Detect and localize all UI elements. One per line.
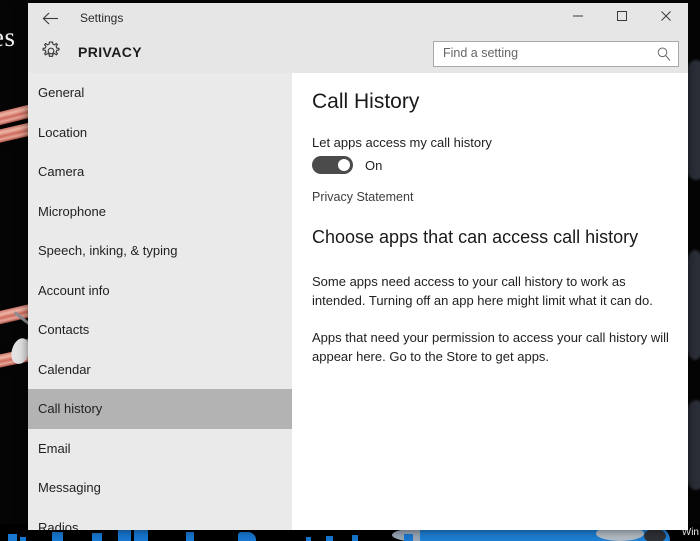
wallpaper-text: es <box>0 22 16 52</box>
sidebar-item-email[interactable]: Email <box>28 429 292 469</box>
call-history-toggle-row: On <box>312 156 382 174</box>
minimize-icon <box>572 9 584 27</box>
sidebar-item-radios[interactable]: Radios <box>28 508 292 530</box>
taskbar-icon[interactable] <box>8 534 17 541</box>
taskbar-icon[interactable] <box>238 532 256 541</box>
sidebar-item-location[interactable]: Location <box>28 113 292 153</box>
gear-icon <box>40 40 62 67</box>
close-icon <box>660 9 672 27</box>
taskbar-icon[interactable] <box>186 532 194 541</box>
sidebar-item-messaging[interactable]: Messaging <box>28 468 292 508</box>
settings-body: General Location Camera Microphone Speec… <box>28 73 688 530</box>
sidebar-item-microphone[interactable]: Microphone <box>28 192 292 232</box>
minimize-button[interactable] <box>556 3 600 33</box>
maximize-icon <box>616 9 628 27</box>
taskbar-icon[interactable] <box>352 535 358 541</box>
taskbar-icon[interactable] <box>52 532 63 541</box>
taskbar-decoration <box>644 529 666 541</box>
settings-content: Call History Let apps access my call his… <box>292 73 688 530</box>
sidebar-item-camera[interactable]: Camera <box>28 152 292 192</box>
settings-sidebar: General Location Camera Microphone Speec… <box>28 73 292 530</box>
privacy-statement-link[interactable]: Privacy Statement <box>312 190 413 204</box>
search-box[interactable]: Find a setting <box>433 41 679 67</box>
sidebar-item-account-info[interactable]: Account info <box>28 271 292 311</box>
search-input[interactable]: Find a setting <box>443 46 518 60</box>
window-title: Settings <box>80 11 124 25</box>
sidebar-item-contacts[interactable]: Contacts <box>28 310 292 350</box>
sidebar-item-general[interactable]: General <box>28 73 292 113</box>
section-heading: Choose apps that can access call history <box>312 227 639 247</box>
content-heading: Call History <box>312 90 420 113</box>
taskbar-icon[interactable] <box>306 537 311 541</box>
section-paragraph-2: Apps that need your permission to access… <box>312 330 669 364</box>
sidebar-item-calendar[interactable]: Calendar <box>28 350 292 390</box>
settings-header: PRIVACY Find a setting <box>28 33 688 73</box>
settings-window: Settings PRIVACY Find a setting General … <box>28 3 688 530</box>
toggle-knob <box>338 159 350 171</box>
taskbar-icon[interactable] <box>20 537 26 541</box>
toggle-state-label: On <box>365 157 383 173</box>
sidebar-item-call-history[interactable]: Call history <box>28 389 292 429</box>
section-paragraph-1: Some apps need access to your call histo… <box>312 274 653 308</box>
taskbar-icon[interactable] <box>326 536 333 541</box>
maximize-button[interactable] <box>600 3 644 33</box>
window-titlebar[interactable]: Settings <box>28 3 688 33</box>
close-button[interactable] <box>644 3 688 33</box>
taskbar-icon[interactable] <box>118 530 131 541</box>
taskbar-icon[interactable] <box>134 529 148 541</box>
taskbar-icon[interactable] <box>404 534 413 541</box>
back-button[interactable] <box>32 4 68 32</box>
call-history-toggle[interactable] <box>312 156 353 174</box>
page-title: PRIVACY <box>78 44 142 60</box>
settings-home-button[interactable] <box>35 37 67 69</box>
window-controls <box>556 3 688 33</box>
search-icon[interactable] <box>656 46 672 67</box>
taskbar-icon[interactable] <box>92 533 102 541</box>
sidebar-item-speech[interactable]: Speech, inking, & typing <box>28 231 292 271</box>
back-arrow-icon <box>42 12 59 25</box>
setting-label: Let apps access my call history <box>312 135 492 150</box>
